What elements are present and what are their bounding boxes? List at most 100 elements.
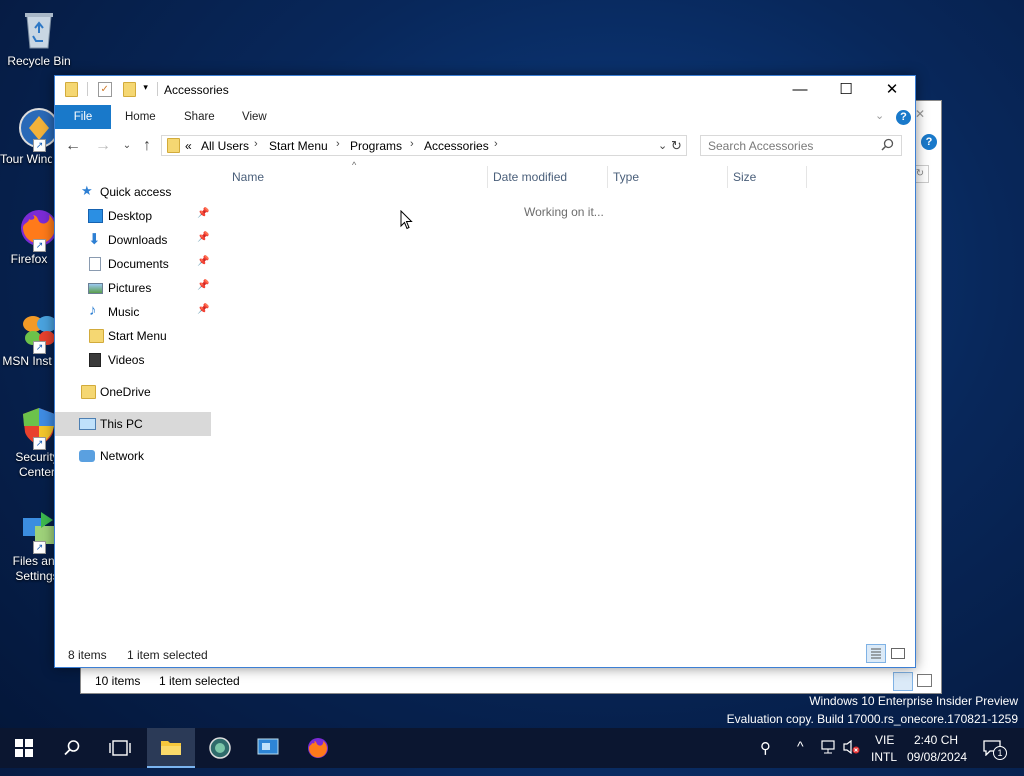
search-button[interactable]	[48, 728, 96, 768]
column-divider[interactable]	[806, 166, 807, 188]
help-icon[interactable]: ?	[921, 134, 937, 150]
address-bar[interactable]: « All Users › Start Menu › Programs › Ac…	[161, 135, 687, 156]
help-icon[interactable]: ?	[896, 110, 911, 125]
column-header-date-modified[interactable]: Date modified	[493, 170, 567, 184]
people-icon[interactable]: ⚲	[760, 739, 771, 757]
clock-date[interactable]: 09/08/2024	[907, 750, 967, 764]
back-button[interactable]: ←	[63, 136, 83, 156]
breadcrumb-separator[interactable]: ›	[410, 138, 414, 150]
nav-item-documents[interactable]: Documents 📌	[55, 252, 211, 276]
customize-toolbar-icon[interactable]: ▾	[143, 82, 148, 93]
pin-icon[interactable]: 📌	[197, 232, 209, 243]
breadcrumb-accessories[interactable]: Accessories	[424, 139, 489, 153]
search-input[interactable]: Search Accessories	[700, 135, 902, 156]
nav-label: Start Menu	[108, 329, 167, 343]
large-icons-view-button[interactable]	[891, 648, 905, 659]
nav-onedrive[interactable]: OneDrive	[55, 380, 211, 404]
status-selection: 1 item selected	[127, 648, 208, 662]
close-icon[interactable]: ✕	[915, 107, 925, 121]
expand-ribbon-icon[interactable]: ⌄	[875, 109, 884, 122]
large-icons-view-icon[interactable]	[917, 674, 932, 687]
recent-locations-icon[interactable]: ⌄	[117, 136, 137, 156]
keyboard-layout[interactable]: INTL	[871, 750, 897, 764]
desktop-icon-recycle-bin[interactable]: Recycle Bin	[0, 8, 78, 69]
music-note-icon: ♪	[89, 302, 97, 319]
taskbar-firefox[interactable]	[294, 728, 342, 768]
title-bar[interactable]: ✓ ▾ Accessories — ☐ ✕	[55, 76, 915, 104]
nav-this-pc[interactable]: This PC	[55, 412, 211, 436]
refresh-button[interactable]: ↻	[671, 138, 682, 154]
onedrive-folder-icon	[81, 385, 96, 399]
tab-share[interactable]: Share	[184, 105, 215, 129]
pin-icon[interactable]: 📌	[197, 208, 209, 219]
tab-file[interactable]: File	[55, 105, 111, 129]
show-hidden-icons-chevron-icon[interactable]: ^	[797, 738, 804, 754]
computer-icon	[79, 418, 96, 430]
column-divider[interactable]	[607, 166, 608, 188]
nav-quick-access[interactable]: ★ Quick access	[55, 180, 211, 204]
folder-icon	[167, 138, 180, 153]
shortcut-arrow-icon: ↗	[33, 239, 46, 252]
taskbar-file-explorer[interactable]	[147, 728, 195, 768]
nav-label: Quick access	[100, 185, 172, 199]
volume-muted-icon[interactable]	[843, 739, 861, 757]
breadcrumb-separator[interactable]: ›	[336, 138, 340, 150]
nav-label: Documents	[108, 257, 169, 271]
nav-item-downloads[interactable]: ⬇ Downloads 📌	[55, 228, 211, 252]
tab-view[interactable]: View	[242, 105, 267, 129]
breadcrumb-start-menu[interactable]: Start Menu	[269, 139, 328, 153]
nav-item-music[interactable]: ♪ Music 📌	[55, 300, 211, 324]
nav-network[interactable]: Network	[55, 444, 211, 468]
taskbar-app-globe[interactable]	[196, 728, 244, 768]
up-button[interactable]: ↑	[137, 136, 157, 156]
explorer-window[interactable]: ✓ ▾ Accessories — ☐ ✕ File Home Share Vi…	[54, 75, 916, 668]
task-view-button[interactable]	[96, 728, 144, 768]
documents-icon	[89, 257, 101, 271]
address-dropdown-icon[interactable]: ⌄	[658, 139, 667, 152]
pin-icon[interactable]: 📌	[197, 280, 209, 291]
quick-access-toolbar: ✓ ▾	[65, 82, 164, 98]
nav-item-start-menu[interactable]: Start Menu	[55, 324, 211, 348]
loading-text: Working on it...	[524, 205, 604, 219]
forward-button[interactable]: →	[93, 136, 113, 156]
pin-icon[interactable]: 📌	[197, 256, 209, 267]
column-divider[interactable]	[487, 166, 488, 188]
action-center-button[interactable]: 1	[983, 740, 1007, 760]
new-folder-icon[interactable]	[123, 82, 137, 97]
nav-label: Downloads	[108, 233, 168, 247]
nav-label: Music	[108, 305, 140, 319]
tab-home[interactable]: Home	[125, 105, 156, 129]
breadcrumb-programs[interactable]: Programs	[350, 139, 402, 153]
breadcrumb-all-users[interactable]: All Users	[201, 139, 249, 153]
minimize-button[interactable]: —	[777, 76, 823, 104]
details-view-button[interactable]	[866, 644, 886, 663]
shortcut-arrow-icon: ↗	[33, 437, 46, 450]
input-language[interactable]: VIE	[875, 733, 894, 747]
column-header-type[interactable]: Type	[613, 170, 639, 184]
maximize-button[interactable]: ☐	[823, 76, 869, 104]
nav-item-desktop[interactable]: Desktop 📌	[55, 204, 211, 228]
nav-item-pictures[interactable]: Pictures 📌	[55, 276, 211, 300]
details-view-icon[interactable]	[893, 672, 913, 691]
close-button[interactable]: ✕	[869, 76, 915, 104]
breadcrumb-separator[interactable]: ›	[254, 138, 258, 150]
nav-label: Pictures	[108, 281, 152, 295]
breadcrumb-separator[interactable]: ›	[494, 138, 498, 150]
network-status-icon[interactable]	[820, 740, 836, 757]
properties-icon[interactable]: ✓	[97, 82, 112, 97]
shortcut-arrow-icon: ↗	[33, 341, 46, 354]
taskbar-app-control-panel[interactable]	[244, 728, 292, 768]
nav-item-videos[interactable]: Videos	[55, 348, 211, 372]
status-items-count: 8 items	[68, 648, 107, 662]
column-header-size[interactable]: Size	[733, 170, 756, 184]
pin-icon[interactable]: 📌	[197, 304, 209, 315]
start-button[interactable]	[0, 728, 48, 768]
column-header-name[interactable]: Name	[232, 170, 264, 184]
control-panel-icon	[257, 738, 279, 755]
column-divider[interactable]	[727, 166, 728, 188]
clock-time[interactable]: 2:40 CH	[914, 733, 958, 747]
breadcrumb-overflow[interactable]: «	[185, 139, 192, 153]
watermark-build: Evaluation copy. Build 17000.rs_onecore.…	[726, 712, 1018, 726]
download-arrow-icon: ⬇	[88, 231, 101, 248]
address-row: ← → ⌄ ↑ « All Users › Start Menu › Progr…	[55, 132, 915, 160]
